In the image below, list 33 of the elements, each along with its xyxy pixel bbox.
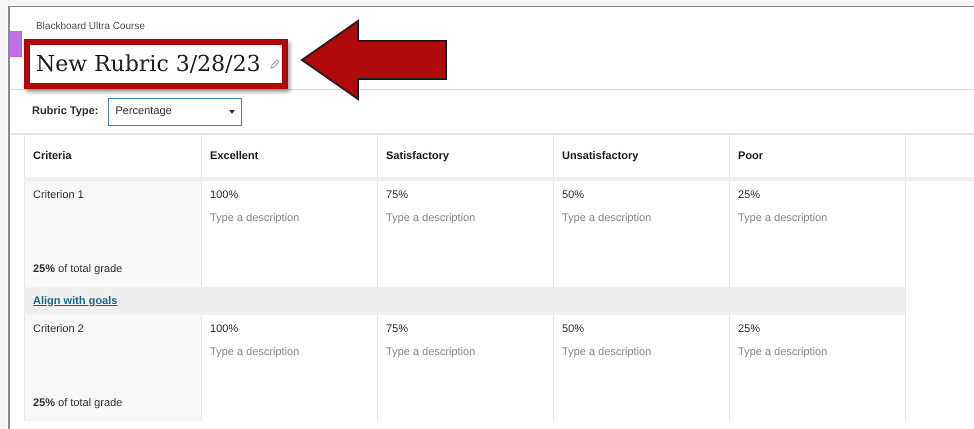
description-field[interactable]: Type a description (210, 210, 370, 226)
grade-weight: 25% of total grade (33, 262, 124, 276)
description-field[interactable]: Type a description (210, 344, 370, 360)
description-field[interactable]: Type a description (562, 210, 722, 226)
description-field[interactable]: Type a description (386, 344, 546, 360)
level-percentage[interactable]: 75% (386, 187, 553, 204)
rubric-type-dropdown[interactable]: Percentage (108, 98, 242, 126)
level-percentage[interactable]: 25% (738, 321, 905, 338)
level-percentage[interactable]: 50% (562, 321, 729, 338)
column-header: Satisfactory (386, 148, 449, 164)
description-field[interactable]: Type a description (562, 344, 722, 360)
column-header: Criteria (33, 148, 72, 164)
level-percentage[interactable]: 50% (562, 187, 729, 204)
level-percentage[interactable]: 25% (738, 187, 905, 204)
level-percentage[interactable]: 100% (210, 187, 377, 204)
arrow-icon (300, 19, 450, 101)
align-goals-link[interactable]: Align with goals (33, 292, 118, 310)
description-field[interactable]: Type a description (386, 210, 546, 226)
caret-icon (229, 110, 236, 114)
column-header: Excellent (210, 148, 258, 164)
pencil-icon[interactable] (268, 58, 281, 70)
level-percentage[interactable]: 75% (386, 321, 553, 338)
grade-weight: 25% of total grade (33, 396, 124, 410)
criterion-name: Criterion 1 (33, 188, 85, 203)
column-header: Unsatisfactory (562, 148, 638, 164)
criterion-name: Criterion 2 (33, 322, 85, 337)
description-field[interactable]: Type a description (738, 344, 898, 360)
description-field[interactable]: Type a description (738, 210, 898, 226)
breadcrumb[interactable]: Blackboard Ultra Course (36, 21, 288, 33)
column-header: Poor (738, 148, 764, 164)
rubric-title: New Rubric 3/28/23 (36, 50, 261, 78)
level-percentage[interactable]: 100% (210, 321, 377, 338)
rubric-type-label: Rubric Type: (32, 104, 98, 120)
